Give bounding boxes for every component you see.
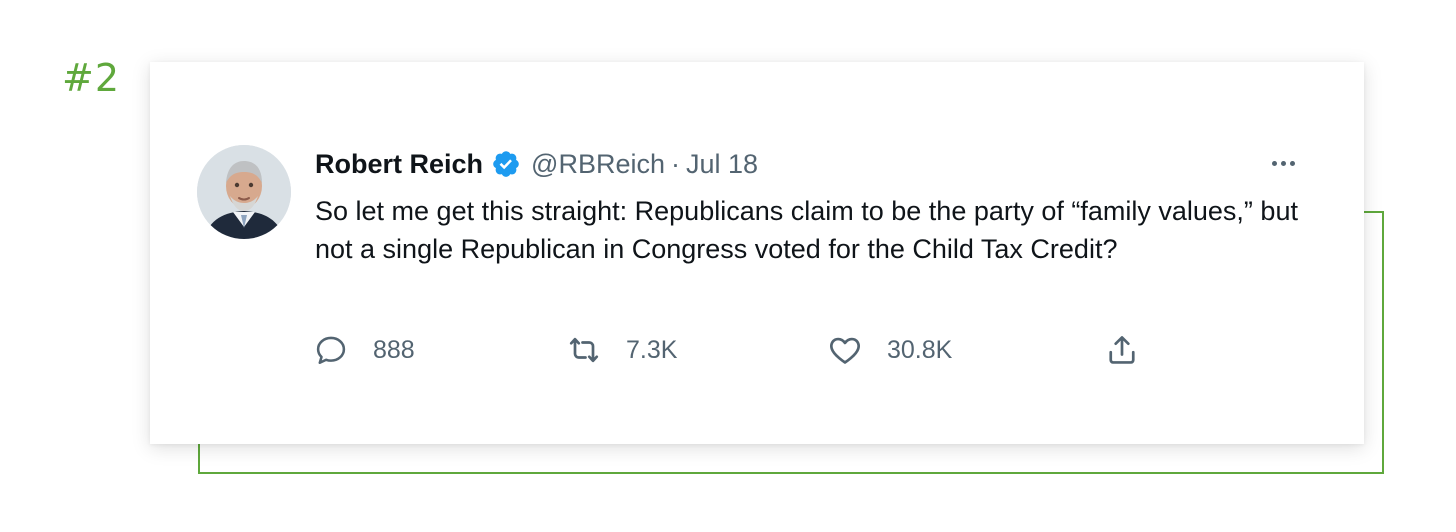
reply-count: 888 [373,335,415,364]
more-options-icon[interactable] [1266,152,1300,174]
tweet-text: So let me get this straight: Republicans… [315,196,1298,264]
header-separator: · [670,148,680,179]
retweet-icon [566,332,602,368]
like-button[interactable]: 30.8K [827,330,952,370]
share-button[interactable] [1104,330,1140,370]
tweet-date[interactable]: Jul 18 [686,149,758,180]
tweet-card: Robert Reich @RBReich · Jul 18 So let me… [150,62,1364,444]
retweet-button[interactable]: 7.3K [566,330,677,370]
rank-label: #2 [62,56,121,100]
retweet-count: 7.3K [626,335,678,364]
heart-icon [827,332,863,368]
author-handle[interactable]: @RBReich [531,149,665,180]
avatar-image [197,145,291,239]
author-name[interactable]: Robert Reich [315,149,483,180]
share-icon [1104,332,1140,368]
like-count: 30.8K [887,335,953,364]
avatar[interactable] [197,145,291,239]
tweet-header: Robert Reich @RBReich · Jul 18 [315,146,758,182]
reply-icon [313,332,349,368]
reply-button[interactable]: 888 [313,330,415,370]
verified-badge-icon [491,149,521,179]
